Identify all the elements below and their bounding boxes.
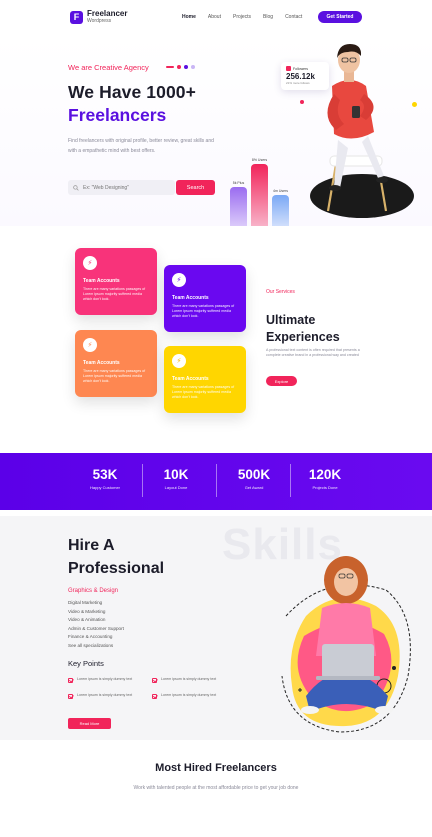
services-label: Our Services — [266, 289, 295, 295]
hire-category-link[interactable]: Graphics & Design — [68, 588, 118, 594]
stat-value: 120K — [308, 467, 342, 482]
service-card-3[interactable]: ⚡ Team Accounts There are many variation… — [75, 330, 157, 397]
search-input[interactable] — [83, 184, 169, 191]
most-hired-title: Most Hired Freelancers — [155, 762, 277, 774]
search-field[interactable] — [68, 180, 175, 195]
brand-name: Freelancer — [87, 9, 128, 18]
service-card-title: Team Accounts — [172, 295, 209, 301]
hero-bar-1 — [230, 187, 247, 226]
service-card-title: Team Accounts — [83, 360, 120, 366]
stat-item: 10K Layout Done — [141, 467, 211, 490]
stat-item: 500K Get Award — [219, 467, 289, 490]
nav-blog[interactable]: Blog — [263, 14, 273, 20]
stat-label: Projects Done — [312, 485, 338, 490]
stat-card-label: Followers — [293, 66, 308, 71]
specialization-list: Digital Marketing Video & Marketing Vide… — [68, 599, 124, 650]
service-card-desc: There are many variations passages of Lo… — [83, 369, 146, 383]
explore-button[interactable]: Explore — [266, 376, 297, 386]
hire-person-illustration — [281, 556, 411, 733]
stat-value: 53K — [92, 467, 118, 482]
decor-dot — [412, 102, 417, 107]
stat-label: Happy Customer — [89, 485, 120, 490]
service-card-title: Team Accounts — [172, 376, 209, 382]
nav-about[interactable]: About — [208, 14, 221, 20]
followers-stat-card: Followers 256.12k 21% more follows — [281, 62, 329, 90]
service-card-icon: ⚡ — [83, 256, 97, 270]
service-card-1[interactable]: ⚡ Team Accounts There are many variation… — [75, 248, 157, 315]
service-card-4[interactable]: ⚡ Team Accounts There are many variation… — [164, 346, 246, 413]
service-card-desc: There are many variations passages of Lo… — [83, 287, 146, 301]
key-point: Lorem ipsum is simply dummy text — [152, 677, 228, 683]
checkbox-icon — [68, 694, 73, 699]
stat-divider — [216, 464, 217, 497]
stat-card-value: 256.12k — [286, 72, 315, 81]
specialization-link[interactable]: Video & Animation — [68, 616, 124, 625]
hero-bar-2 — [251, 164, 268, 226]
service-card-title: Team Accounts — [83, 278, 120, 284]
nav-contact[interactable]: Contact — [285, 14, 302, 20]
bolt-icon: ⚡ — [176, 358, 182, 365]
specialization-link[interactable]: Finance & Accounting — [68, 633, 124, 642]
eyebrow-dots-decoration — [166, 65, 195, 69]
services-title: Ultimate Experiences — [266, 313, 340, 344]
nav-home[interactable]: Home — [182, 14, 196, 20]
stat-card-sub: 21% more follows — [286, 81, 310, 85]
hero-bar-chart: 5k Plus 8% Users 4m Users — [230, 146, 294, 226]
stat-label: Get Award — [244, 485, 264, 490]
logo-mark-icon: F — [70, 10, 83, 24]
nav-projects[interactable]: Projects — [233, 14, 251, 20]
stat-label: Layout Done — [164, 485, 188, 490]
bolt-icon: ⚡ — [87, 260, 93, 267]
service-card-2[interactable]: ⚡ Team Accounts There are many variation… — [164, 265, 246, 332]
hero-bar-1-label: 5k Plus — [232, 180, 245, 185]
heart-icon — [286, 66, 291, 71]
search-button[interactable]: Search — [176, 180, 215, 195]
search-icon — [73, 184, 79, 191]
hero-eyebrow: We are Creative Agency — [68, 63, 149, 72]
key-point: Lorem ipsum is simply dummy text — [68, 693, 144, 699]
service-card-desc: There are many variations passages of Lo… — [172, 385, 235, 399]
hire-section: Skills Hire A Professional Graphics & De… — [0, 516, 432, 740]
stats-band: 53K Happy Customer 10K Layout Done 500K … — [0, 453, 432, 510]
key-point: Lorem ipsum is simply dummy text — [152, 693, 228, 699]
brand-logo[interactable]: F Freelancer Wordpress — [70, 10, 127, 24]
checkbox-icon — [152, 678, 157, 683]
stat-item: 120K Projects Done — [290, 467, 360, 490]
hero-title-highlight: Freelancers — [68, 105, 167, 125]
hero-title: We Have 1000+ — [68, 82, 196, 102]
bolt-icon: ⚡ — [87, 342, 93, 349]
brand-tagline: Wordpress — [87, 18, 112, 24]
main-nav: Home About Projects Blog Contact — [182, 14, 302, 20]
service-card-icon: ⚡ — [83, 338, 97, 352]
services-description: A professional text content is often req… — [266, 348, 360, 357]
service-card-desc: There are many variations passages of Lo… — [172, 304, 235, 318]
stat-value: 10K — [163, 467, 189, 482]
site-header: F Freelancer Wordpress Home About Projec… — [0, 0, 432, 36]
most-hired-subtitle: Work with talented people at the most af… — [133, 785, 299, 791]
key-points-title: Key Points — [68, 659, 104, 668]
hero-bar-3-label: 4m Users — [273, 188, 288, 193]
hero-bar-2-label: 8% Users — [251, 157, 268, 162]
hire-title: Hire A Professional — [68, 537, 165, 577]
hero-description: Find freelancers with original profile, … — [68, 138, 214, 154]
service-card-icon: ⚡ — [172, 273, 186, 287]
decor-dot — [300, 100, 304, 104]
stat-value: 500K — [237, 467, 271, 482]
specialization-link[interactable]: Admin & Customer Support — [68, 625, 124, 634]
bolt-icon: ⚡ — [176, 277, 182, 284]
read-more-button[interactable]: Read More — [68, 718, 111, 729]
hero-section: We are Creative Agency We Have 1000+ Fre… — [0, 36, 432, 226]
checkbox-icon — [152, 694, 157, 699]
specialization-link[interactable]: See all specializations — [68, 642, 124, 651]
service-card-icon: ⚡ — [172, 354, 186, 368]
stat-item: 53K Happy Customer — [70, 467, 140, 490]
specialization-link[interactable]: Video & Marketing — [68, 608, 124, 617]
get-started-button[interactable]: Get Started — [318, 11, 362, 23]
specialization-link[interactable]: Digital Marketing — [68, 599, 124, 608]
checkbox-icon — [68, 678, 73, 683]
hero-bar-3 — [272, 195, 289, 226]
key-point: Lorem ipsum is simply dummy text — [68, 677, 144, 683]
